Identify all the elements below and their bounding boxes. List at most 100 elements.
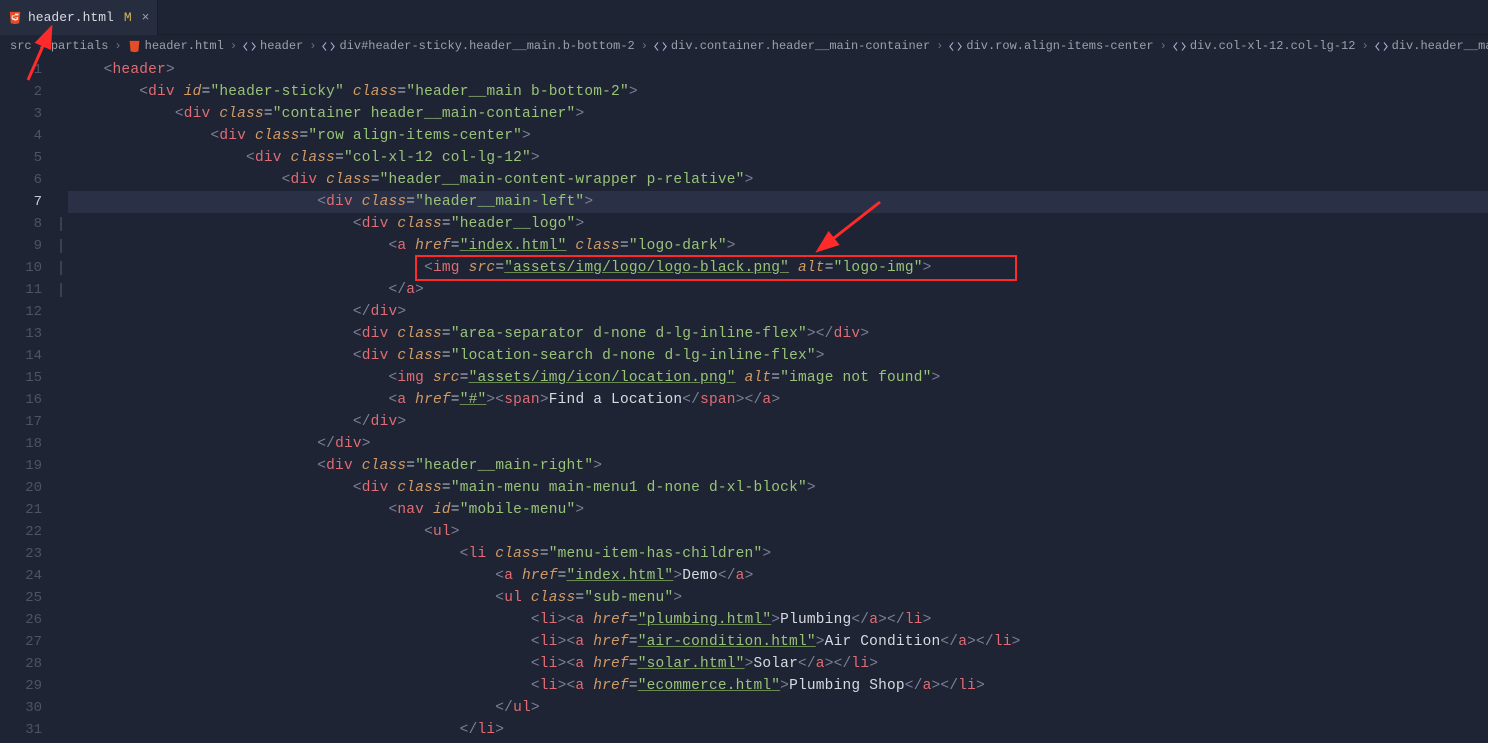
line-number: 7 — [0, 191, 42, 213]
code-line[interactable]: <div class="location-search d-none d-lg-… — [68, 345, 1488, 367]
code-line[interactable]: <ul> — [68, 521, 1488, 543]
code-line[interactable]: <img src="assets/img/icon/location.png" … — [68, 367, 1488, 389]
code-editor[interactable]: 1234567891011121314151617181920212223242… — [0, 57, 1488, 743]
code-line[interactable]: <div class="main-menu main-menu1 d-none … — [68, 477, 1488, 499]
fold-indicator-bar — [60, 57, 68, 743]
breadcrumb-label: src — [10, 39, 32, 53]
tag-icon — [243, 40, 256, 53]
html-file-icon — [128, 40, 141, 53]
line-number: 3 — [0, 103, 42, 125]
breadcrumb-separator-icon: › — [641, 39, 648, 53]
line-number: 25 — [0, 587, 42, 609]
line-number: 1 — [0, 59, 42, 81]
line-number: 22 — [0, 521, 42, 543]
tag-icon — [322, 40, 335, 53]
breadcrumb-label: div.row.align-items-center — [966, 39, 1153, 53]
line-number: 15 — [0, 367, 42, 389]
code-line[interactable]: <div id="header-sticky" class="header__m… — [68, 81, 1488, 103]
line-number: 8 — [0, 213, 42, 235]
tab-header-html[interactable]: header.html M × — [0, 0, 158, 35]
tab-bar: header.html M × — [0, 0, 1488, 35]
line-number: 24 — [0, 565, 42, 587]
code-line[interactable]: <a href="index.html">Demo</a> — [68, 565, 1488, 587]
code-line[interactable]: <div class="header__main-right"> — [68, 455, 1488, 477]
line-number: 17 — [0, 411, 42, 433]
code-line[interactable]: </div> — [68, 301, 1488, 323]
code-line[interactable]: <a href="#"><span>Find a Location</span>… — [68, 389, 1488, 411]
tag-icon — [949, 40, 962, 53]
breadcrumb-separator-icon: › — [38, 39, 45, 53]
code-line[interactable]: <header> — [68, 59, 1488, 81]
tag-icon — [1173, 40, 1186, 53]
breadcrumb-label: partials — [51, 39, 109, 53]
code-line[interactable]: <div class="area-separator d-none d-lg-i… — [68, 323, 1488, 345]
line-number: 13 — [0, 323, 42, 345]
breadcrumb-item[interactable]: div#header-sticky.header__main.b-bottom-… — [322, 39, 634, 53]
line-number: 28 — [0, 653, 42, 675]
line-number: 9 — [0, 235, 42, 257]
breadcrumb-separator-icon: › — [1361, 39, 1368, 53]
line-number: 19 — [0, 455, 42, 477]
code-line[interactable]: <li class="menu-item-has-children"> — [68, 543, 1488, 565]
breadcrumb-item[interactable]: div.row.align-items-center — [949, 39, 1153, 53]
line-number: 5 — [0, 147, 42, 169]
breadcrumb-item[interactable]: div.col-xl-12.col-lg-12 — [1173, 39, 1356, 53]
line-number: 26 — [0, 609, 42, 631]
breadcrumb-separator-icon: › — [230, 39, 237, 53]
line-number: 12 — [0, 301, 42, 323]
line-number: 31 — [0, 719, 42, 741]
code-line[interactable]: </div> — [68, 411, 1488, 433]
breadcrumb-item[interactable]: div.header__main-content-wrapper.p-relat… — [1375, 39, 1488, 53]
line-number: 4 — [0, 125, 42, 147]
code-line[interactable]: </a> — [68, 279, 1488, 301]
code-line[interactable]: <div class="header__main-left"> — [68, 191, 1488, 213]
breadcrumb-item[interactable]: header.html — [128, 39, 224, 53]
code-line[interactable]: <a href="index.html" class="logo-dark"> — [68, 235, 1488, 257]
line-number: 27 — [0, 631, 42, 653]
code-line[interactable]: <li><a href="air-condition.html">Air Con… — [68, 631, 1488, 653]
code-line[interactable]: </li> — [68, 719, 1488, 741]
breadcrumb-label: div#header-sticky.header__main.b-bottom-… — [339, 39, 634, 53]
breadcrumb-label: div.container.header__main-container — [671, 39, 930, 53]
tag-icon — [1375, 40, 1388, 53]
breadcrumb-separator-icon: › — [309, 39, 316, 53]
code-line[interactable]: <li><a href="solar.html">Solar</a></li> — [68, 653, 1488, 675]
breadcrumb-label: header.html — [145, 39, 224, 53]
line-number: 16 — [0, 389, 42, 411]
line-number: 11 — [0, 279, 42, 301]
code-line[interactable]: <nav id="mobile-menu"> — [68, 499, 1488, 521]
breadcrumb-separator-icon: › — [936, 39, 943, 53]
breadcrumb-item[interactable]: src — [10, 39, 32, 53]
code-line[interactable]: <li><a href="plumbing.html">Plumbing</a>… — [68, 609, 1488, 631]
line-number: 6 — [0, 169, 42, 191]
breadcrumb-item[interactable]: header — [243, 39, 303, 53]
tab-filename: header.html — [28, 10, 114, 25]
line-number: 21 — [0, 499, 42, 521]
code-line[interactable]: <div class="header__main-content-wrapper… — [68, 169, 1488, 191]
breadcrumb-item[interactable]: div.container.header__main-container — [654, 39, 930, 53]
tab-close-icon[interactable]: × — [142, 10, 150, 25]
line-number: 14 — [0, 345, 42, 367]
code-line[interactable]: <img src="assets/img/logo/logo-black.png… — [68, 257, 1488, 279]
line-number: 29 — [0, 675, 42, 697]
code-line[interactable]: <div class="container header__main-conta… — [68, 103, 1488, 125]
line-number: 10 — [0, 257, 42, 279]
code-line[interactable]: <div class="row align-items-center"> — [68, 125, 1488, 147]
line-number-gutter: 1234567891011121314151617181920212223242… — [0, 57, 60, 743]
line-number: 18 — [0, 433, 42, 455]
code-line[interactable]: </ul> — [68, 697, 1488, 719]
code-line[interactable]: <div class="col-xl-12 col-lg-12"> — [68, 147, 1488, 169]
breadcrumb-separator-icon: › — [114, 39, 121, 53]
line-number: 30 — [0, 697, 42, 719]
code-line[interactable]: </div> — [68, 433, 1488, 455]
breadcrumb-label: div.col-xl-12.col-lg-12 — [1190, 39, 1356, 53]
code-area[interactable]: <header> <div id="header-sticky" class="… — [68, 57, 1488, 743]
code-line[interactable]: <li><a href="ecommerce.html">Plumbing Sh… — [68, 675, 1488, 697]
code-line[interactable]: <ul class="sub-menu"> — [68, 587, 1488, 609]
breadcrumb-separator-icon: › — [1160, 39, 1167, 53]
breadcrumb-item[interactable]: partials — [51, 39, 109, 53]
tag-icon — [654, 40, 667, 53]
code-line[interactable]: <div class="header__logo"> — [68, 213, 1488, 235]
breadcrumb-label: header — [260, 39, 303, 53]
breadcrumb-label: div.header__main-content-wrapper.p-relat… — [1392, 39, 1488, 53]
